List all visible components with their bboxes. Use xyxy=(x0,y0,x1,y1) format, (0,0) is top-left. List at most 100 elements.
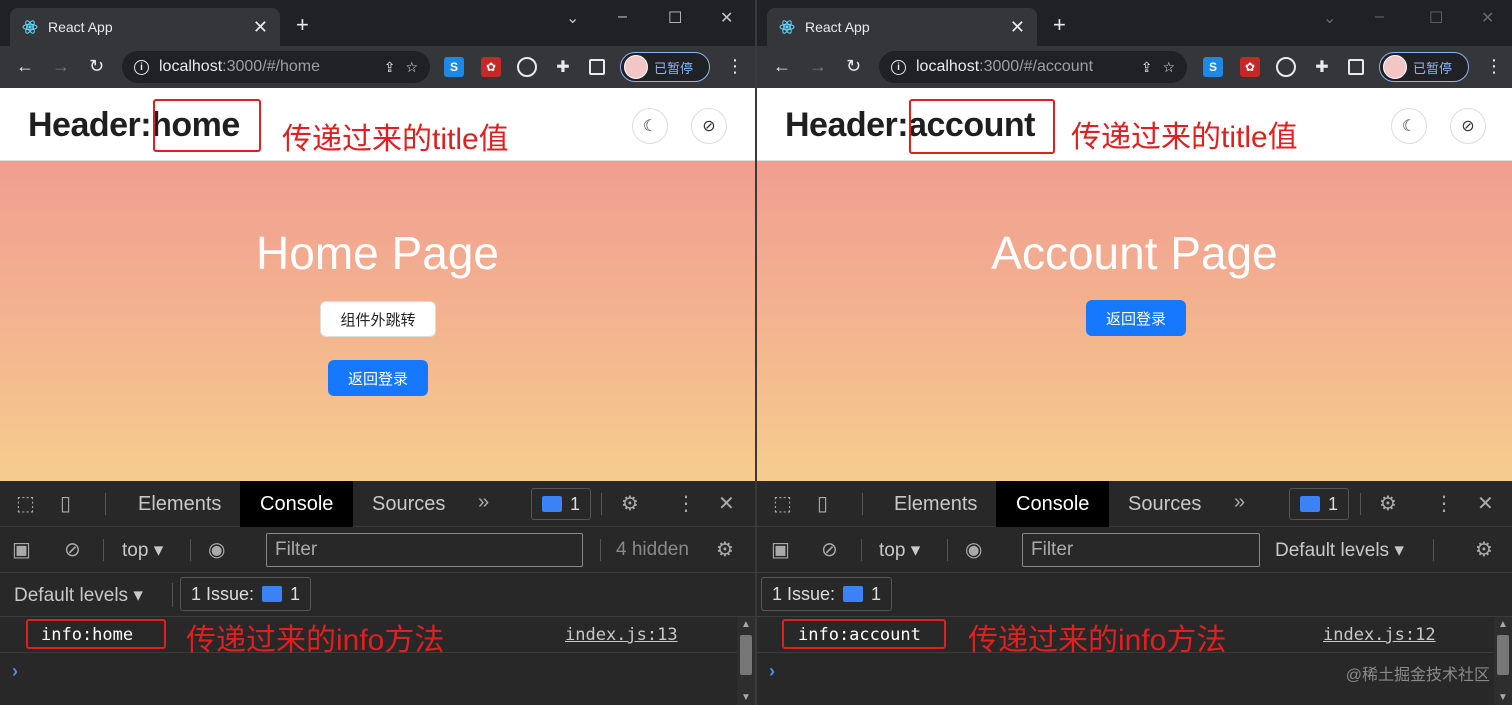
extension-target-icon[interactable] xyxy=(1276,57,1296,77)
scroll-down-icon[interactable]: ▼ xyxy=(741,692,751,703)
issues-button[interactable]: 1 Issue: 1 xyxy=(180,577,312,611)
dark-mode-icon[interactable]: ☾ xyxy=(632,108,668,144)
back-to-login-button[interactable]: 返回登录 xyxy=(328,360,428,396)
extensions-puzzle-icon[interactable]: ✚ xyxy=(1312,57,1332,77)
share-icon[interactable]: ⇪ xyxy=(384,59,396,76)
clear-console-icon[interactable]: ⊘ xyxy=(821,539,838,561)
log-source-link[interactable]: index.js:12 xyxy=(1323,625,1436,645)
reload-icon[interactable]: ↻ xyxy=(89,56,104,76)
back-icon[interactable]: ← xyxy=(16,56,34,76)
extensions-puzzle-icon[interactable]: ✚ xyxy=(553,57,573,77)
extension-target-icon[interactable] xyxy=(517,57,537,77)
devtools-menu-icon[interactable]: ⋮ xyxy=(676,493,696,515)
console-prompt-icon[interactable]: › xyxy=(12,661,18,682)
close-tab-icon[interactable]: ✕ xyxy=(1010,18,1025,36)
forward-icon[interactable]: → xyxy=(52,56,70,76)
tab-console[interactable]: Console xyxy=(240,481,354,527)
tab-search-icon[interactable]: ⌄ xyxy=(566,8,579,28)
profile-button[interactable]: 已暂停 xyxy=(620,52,710,82)
url-text[interactable]: localhost:3000/#/home xyxy=(159,58,374,76)
reload-icon[interactable]: ↻ xyxy=(846,56,861,76)
browser-toolbar: ← → ↻ i localhost:3000/#/home ⇪ ☆ S ✿ ✚ … xyxy=(0,46,755,88)
site-info-icon[interactable]: i xyxy=(891,59,906,75)
extension-red-icon[interactable]: ✿ xyxy=(481,57,501,77)
filter-input[interactable]: Filter xyxy=(1022,533,1260,567)
issues-button[interactable]: 1 Issue: 1 xyxy=(761,577,893,611)
scroll-down-icon[interactable]: ▼ xyxy=(1498,692,1508,703)
sidebar-toggle-icon[interactable]: ▣ xyxy=(771,539,790,561)
context-selector[interactable]: top ▾ xyxy=(879,539,920,562)
scrollbar[interactable]: ▲ ▼ xyxy=(737,617,755,705)
scroll-thumb[interactable] xyxy=(1497,635,1509,675)
settings-gear-icon[interactable]: ⚙ xyxy=(1379,493,1397,515)
context-selector[interactable]: top ▾ xyxy=(122,539,163,562)
maximize-icon[interactable]: ☐ xyxy=(668,8,682,28)
forward-icon[interactable]: → xyxy=(809,56,827,76)
default-levels-dropdown[interactable]: Default levels ▾ xyxy=(1275,539,1404,562)
close-window-icon[interactable]: ✕ xyxy=(1481,8,1494,28)
bookmark-star-icon[interactable]: ☆ xyxy=(405,59,418,76)
address-bar[interactable]: i localhost:3000/#/home ⇪ ☆ xyxy=(122,51,430,83)
tab-search-icon[interactable]: ⌄ xyxy=(1323,8,1336,28)
profile-button[interactable]: 已暂停 xyxy=(1379,52,1469,82)
new-tab-icon[interactable]: + xyxy=(1053,14,1066,36)
url-text[interactable]: localhost:3000/#/account xyxy=(916,58,1131,76)
device-toolbar-icon[interactable]: ▯ xyxy=(817,493,828,515)
address-bar[interactable]: i localhost:3000/#/account ⇪ ☆ xyxy=(879,51,1187,83)
more-tabs-icon[interactable]: » xyxy=(1234,491,1245,513)
tab-sources[interactable]: Sources xyxy=(352,481,465,527)
messages-badge[interactable]: 1 xyxy=(1289,488,1350,520)
inspect-element-icon[interactable]: ⬚ xyxy=(16,493,35,515)
inspect-element-icon[interactable]: ⬚ xyxy=(773,493,792,515)
default-levels-dropdown[interactable]: Default levels ▾ xyxy=(14,584,143,607)
new-tab-icon[interactable]: + xyxy=(296,14,309,36)
more-tabs-icon[interactable]: » xyxy=(478,491,489,513)
scroll-up-icon[interactable]: ▲ xyxy=(741,619,751,630)
eye-icon[interactable]: ◉ xyxy=(965,539,982,561)
minimize-icon[interactable]: – xyxy=(1375,8,1384,26)
extension-s-icon[interactable]: S xyxy=(1203,57,1223,77)
share-icon[interactable]: ⇪ xyxy=(1141,59,1153,76)
site-info-icon[interactable]: i xyxy=(134,59,149,75)
bookmark-star-icon[interactable]: ☆ xyxy=(1162,59,1175,76)
outside-jump-button[interactable]: 组件外跳转 xyxy=(320,301,436,337)
console-prompt-icon[interactable]: › xyxy=(769,661,775,682)
extension-red-icon[interactable]: ✿ xyxy=(1240,57,1260,77)
tab-console[interactable]: Console xyxy=(996,481,1110,527)
console-settings-icon[interactable]: ⚙ xyxy=(716,539,734,561)
scrollbar[interactable]: ▲ ▼ xyxy=(1494,617,1512,705)
dark-mode-icon[interactable]: ☾ xyxy=(1391,108,1427,144)
side-panel-icon[interactable] xyxy=(1348,59,1364,75)
browser-tab[interactable]: React App ✕ xyxy=(767,8,1037,46)
eye-icon[interactable]: ◉ xyxy=(208,539,225,561)
scroll-up-icon[interactable]: ▲ xyxy=(1498,619,1508,630)
tab-sources[interactable]: Sources xyxy=(1108,481,1221,527)
extension-s-icon[interactable]: S xyxy=(444,57,464,77)
maximize-icon[interactable]: ☐ xyxy=(1429,8,1443,28)
devtools-menu-icon[interactable]: ⋮ xyxy=(1434,493,1454,515)
sidebar-toggle-icon[interactable]: ▣ xyxy=(12,539,31,561)
chrome-menu-icon[interactable]: ⋮ xyxy=(726,56,744,77)
console-settings-icon[interactable]: ⚙ xyxy=(1475,539,1493,561)
settings-gear-icon[interactable]: ⚙ xyxy=(621,493,639,515)
back-icon[interactable]: ← xyxy=(773,56,791,76)
clear-console-icon[interactable]: ⊘ xyxy=(64,539,81,561)
scroll-thumb[interactable] xyxy=(740,635,752,675)
close-devtools-icon[interactable]: ✕ xyxy=(1477,493,1494,515)
eye-off-icon[interactable]: ⊘ xyxy=(691,108,727,144)
back-to-login-button[interactable]: 返回登录 xyxy=(1086,300,1186,336)
log-source-link[interactable]: index.js:13 xyxy=(565,625,678,645)
browser-tab[interactable]: React App ✕ xyxy=(10,8,280,46)
chrome-menu-icon[interactable]: ⋮ xyxy=(1485,56,1503,77)
tab-elements[interactable]: Elements xyxy=(874,481,997,527)
filter-input[interactable]: Filter xyxy=(266,533,583,567)
minimize-icon[interactable]: – xyxy=(618,8,627,26)
eye-off-icon[interactable]: ⊘ xyxy=(1450,108,1486,144)
close-devtools-icon[interactable]: ✕ xyxy=(718,493,735,515)
close-tab-icon[interactable]: ✕ xyxy=(253,18,268,36)
close-window-icon[interactable]: ✕ xyxy=(720,8,733,28)
device-toolbar-icon[interactable]: ▯ xyxy=(60,493,71,515)
tab-elements[interactable]: Elements xyxy=(118,481,241,527)
messages-badge[interactable]: 1 xyxy=(531,488,592,520)
side-panel-icon[interactable] xyxy=(589,59,605,75)
